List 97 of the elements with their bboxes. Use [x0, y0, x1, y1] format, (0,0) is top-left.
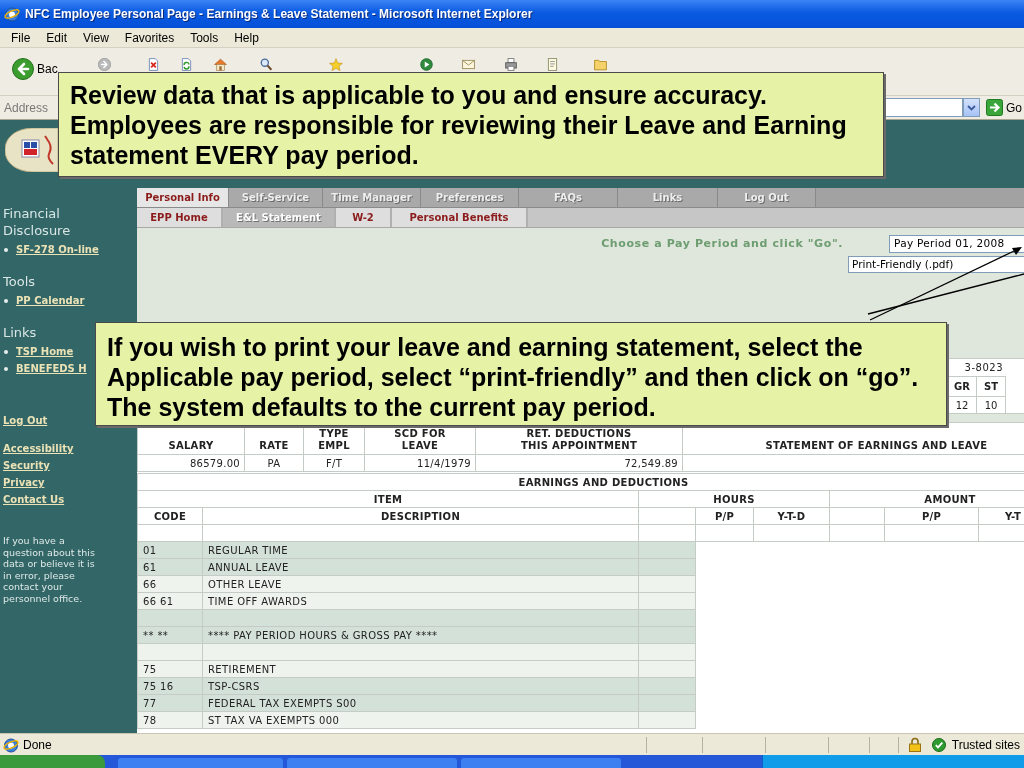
menu-item[interactable]: Edit — [38, 28, 76, 47]
callout-note: If you wish to print your leave and earning statement, select the Applicable pay period, select “print-friendly” and then click on “go”. The system defaults to the current pay period. — [95, 322, 947, 426]
table-cell — [696, 525, 754, 542]
column-header: Y-T-D — [754, 508, 830, 525]
table-cell — [830, 508, 885, 525]
table-cell: 66 61 — [138, 593, 203, 609]
table-cell: 66 — [138, 576, 203, 592]
table-cell: FEDERAL TAX EXEMPTS S00 — [203, 695, 639, 711]
footer-link[interactable]: Contact Us — [3, 494, 65, 506]
logo-icon — [5, 128, 58, 172]
pay-period-select[interactable]: Pay Period 01, 2008 — [889, 235, 1024, 253]
sidebar-heading: Tools — [3, 273, 37, 290]
sidebar-link[interactable]: SF-278 On-line — [16, 244, 99, 256]
table-cell: 61 — [138, 559, 203, 575]
table-cell: **** PAY PERIOD HOURS & GROSS PAY **** — [203, 627, 639, 643]
column-header: ST — [977, 377, 1006, 396]
table-cell: TIME OFF AWARDS — [203, 593, 639, 609]
bullet-icon — [4, 299, 8, 303]
table-cell: PA — [245, 455, 304, 472]
bullet-icon — [4, 248, 8, 252]
go-button[interactable]: Go — [986, 98, 1022, 117]
start-button[interactable] — [0, 755, 105, 768]
table-cell: 77 — [138, 695, 203, 711]
table-title: EARNINGS AND DEDUCTIONS — [138, 474, 1024, 491]
table-cell: F/T — [304, 455, 365, 472]
search-icon[interactable] — [259, 58, 272, 71]
browser-icon — [4, 6, 20, 22]
star-icon[interactable] — [328, 58, 343, 71]
browser-icon — [3, 736, 19, 753]
table-cell: 75 — [138, 661, 203, 677]
page-x-icon[interactable] — [147, 58, 159, 71]
sidebar-link[interactable]: Log Out — [3, 415, 48, 427]
table-cell: 10 — [977, 397, 1006, 413]
home-icon[interactable] — [213, 58, 227, 71]
sidebar-link[interactable]: TSP Home — [16, 346, 74, 358]
menu-item[interactable]: Favorites — [116, 28, 183, 47]
callout-note: Review data that is applicable to you and ensure accuracy. Employees are responsible for reviewing their Leave and Earning statement EVERY pay period. — [58, 72, 884, 177]
format-select[interactable]: Print-Friendly (.pdf) — [848, 256, 1024, 273]
menu-item[interactable]: Help — [226, 28, 267, 47]
help-note: If you have a question about this data or believe it is in error, please contact your personnel office. — [3, 535, 96, 604]
sidebar-heading: Financial Disclosure — [3, 205, 72, 239]
sub-tab[interactable]: W-2 — [336, 208, 392, 227]
footer-link[interactable]: Privacy — [3, 477, 45, 489]
bullet-icon — [4, 367, 8, 371]
table-cell: 78 — [138, 712, 203, 728]
column-header: P/P — [696, 508, 754, 525]
status-text: Done — [23, 736, 52, 754]
column-header: AMOUNT — [830, 491, 1024, 508]
security-zone: Trusted sites — [951, 736, 1020, 754]
back-button[interactable]: Bac — [12, 58, 58, 80]
column-header: Y-T — [979, 508, 1024, 525]
play-icon[interactable] — [419, 58, 433, 71]
window-title: NFC Employee Personal Page - Earnings & Leave Statement - Microsoft Internet Explorer — [25, 6, 533, 23]
table-cell — [830, 525, 885, 542]
table-cell: ANNUAL LEAVE — [203, 559, 639, 575]
document-icon[interactable] — [546, 58, 558, 71]
table-cell: 11/4/1979 — [365, 455, 476, 472]
sub-tab[interactable]: Personal Benefits — [392, 208, 528, 227]
sidebar-link[interactable]: PP Calendar — [16, 295, 85, 307]
column-header: ITEM — [138, 491, 639, 508]
table-cell: 01 — [138, 542, 203, 558]
chevron-down-icon — [967, 104, 976, 111]
column-header: CODE — [138, 508, 203, 525]
lock-icon — [908, 737, 921, 752]
menu-item[interactable]: Tools — [182, 28, 227, 47]
table-cell: ST TAX VA EXEMPTS 000 — [203, 712, 639, 728]
column-header: P/P — [885, 508, 979, 525]
table-cell: 86579.00 — [138, 455, 245, 472]
address-field[interactable] — [886, 98, 963, 117]
nav-tab[interactable]: Personal Info — [137, 188, 229, 207]
arrow-right-icon[interactable] — [97, 58, 111, 71]
table-cell: 75 16 — [138, 678, 203, 694]
sidebar-link[interactable]: BENEFEDS H — [16, 363, 87, 375]
address-label: Address — [4, 99, 49, 117]
pay-period-prompt: Choose a Pay Period and click "Go". — [601, 235, 843, 252]
menu-item[interactable]: File — [3, 28, 39, 47]
footer-link[interactable]: Accessibility — [3, 443, 74, 455]
table-cell: RETIREMENT — [203, 661, 639, 677]
arrow-right-icon — [986, 99, 1003, 116]
bullet-icon — [4, 350, 8, 354]
table-cell: OTHER LEAVE — [203, 576, 639, 592]
printer-icon[interactable] — [504, 58, 517, 71]
table-cell: 72,549.89 — [476, 455, 683, 472]
sidebar-heading: Links — [3, 324, 38, 341]
mail-icon[interactable] — [461, 58, 475, 71]
column-header: HOURS — [639, 491, 830, 508]
check-circle-icon — [931, 737, 946, 752]
table-cell: TSP-CSRS — [203, 678, 639, 694]
table-cell: REGULAR TIME — [203, 542, 639, 558]
table-cell: ** ** — [138, 627, 203, 643]
footer-link[interactable]: Security — [3, 460, 50, 472]
arrow-left-icon — [12, 58, 34, 80]
column-header: DESCRIPTION — [203, 508, 639, 525]
menu-item[interactable]: View — [75, 28, 117, 47]
page-refresh-icon[interactable] — [180, 58, 192, 71]
sub-tab[interactable]: EPP Home — [137, 208, 223, 227]
table-cell — [639, 508, 696, 525]
